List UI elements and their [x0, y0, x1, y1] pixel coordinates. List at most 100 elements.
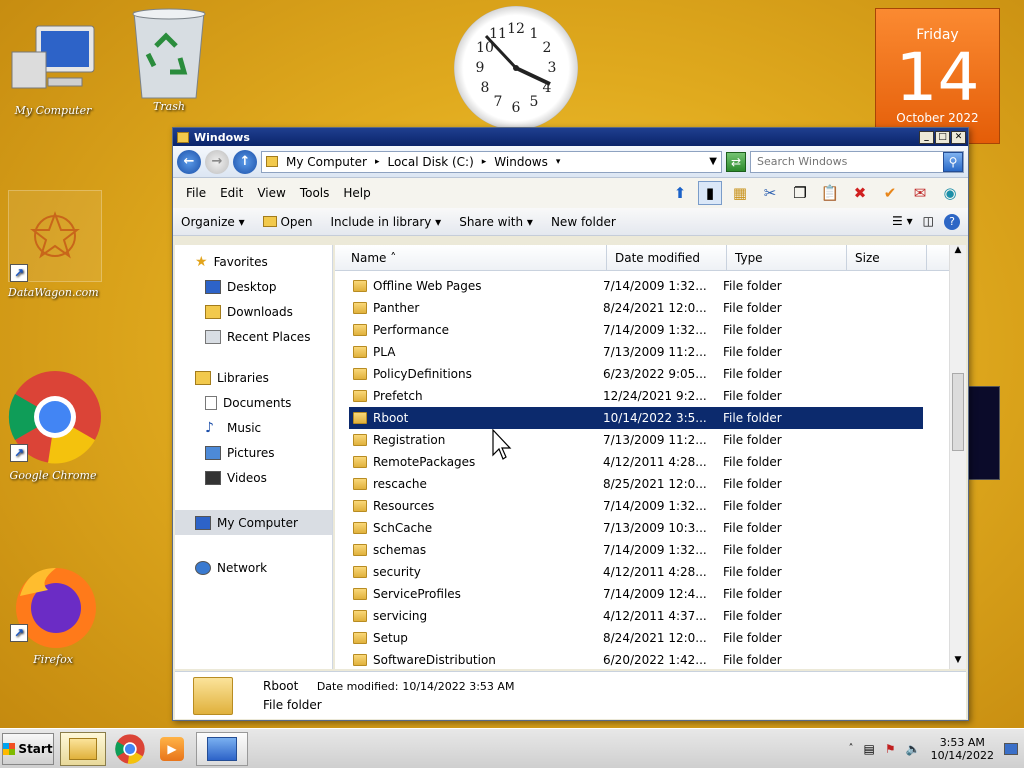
taskbar-clock[interactable]: 3:53 AM 10/14/2022	[931, 736, 994, 762]
file-name-cell: Registration	[335, 433, 593, 447]
show-hidden-icons[interactable]: ˄	[849, 743, 854, 754]
scroll-thumb[interactable]	[952, 373, 964, 451]
table-row[interactable]: RemotePackages 4/12/2011 4:28... File fold…	[335, 451, 966, 473]
search-button[interactable]: ⚲	[943, 151, 963, 172]
column-type[interactable]: Type	[727, 245, 847, 270]
taskbar-control-panel[interactable]	[196, 731, 248, 766]
vertical-scrollbar[interactable]: ▲ ▼	[949, 245, 966, 669]
search-input[interactable]	[757, 155, 943, 168]
table-row[interactable]: Resources 7/14/2009 1:32... File folder	[335, 495, 966, 517]
table-row[interactable]: PolicyDefinitions 6/23/2022 9:05... File f…	[335, 363, 966, 385]
menu-edit[interactable]: Edit	[213, 186, 250, 200]
menu-view[interactable]: View	[250, 186, 292, 200]
firefox-desktop-icon[interactable]: ↗ Firefox	[8, 560, 98, 666]
clock-widget[interactable]: 12 1 2 3 4 5 6 7 8 9 10 11	[454, 6, 578, 130]
table-row[interactable]: Setup 8/24/2021 12:0... File folder	[335, 627, 966, 649]
breadcrumb-windows[interactable]: Windows	[494, 155, 548, 169]
back-button[interactable]: ←	[177, 149, 201, 174]
cut-icon[interactable]: ✂	[758, 181, 782, 205]
google-chrome-desktop-icon[interactable]: ↗ Google Chrome	[8, 370, 101, 482]
datawagon-desktop-icon[interactable]: ↗ DataWagon.com	[8, 190, 102, 300]
column-size[interactable]: Size	[847, 245, 927, 270]
forward-button[interactable]: →	[205, 149, 229, 174]
window-titlebar[interactable]: Windows _ □ ✕	[173, 128, 968, 146]
minimize-button[interactable]: _	[919, 130, 934, 144]
network-tray-icon[interactable]: ▤	[864, 742, 875, 756]
nav-desktop[interactable]: Desktop	[175, 274, 332, 299]
trash-label: Trash	[153, 100, 185, 113]
share-with-button[interactable]: Share with ▾	[459, 215, 533, 229]
new-folder-button[interactable]: New folder	[551, 215, 616, 229]
table-row[interactable]: SoftwareDistribution 6/20/2022 1:42... Fil…	[335, 649, 966, 671]
taskbar-media-player[interactable]: ▶	[154, 732, 190, 766]
chevron-right-icon[interactable]: ▸	[482, 157, 487, 167]
properties-icon[interactable]: ✉	[908, 181, 932, 205]
menu-file[interactable]: File	[179, 186, 213, 200]
refresh-button[interactable]: ⇄	[726, 151, 746, 172]
calendar-widget[interactable]: Friday 14 October 2022	[875, 8, 1000, 144]
nav-my-computer[interactable]: My Computer	[175, 510, 332, 535]
globe-icon[interactable]: ◉	[938, 181, 962, 205]
close-button[interactable]: ✕	[951, 130, 966, 144]
column-date-modified[interactable]: Date modified	[607, 245, 727, 270]
up-button[interactable]: ↑	[233, 149, 257, 174]
breadcrumb-local-disk[interactable]: Local Disk (C:)	[387, 155, 473, 169]
nav-downloads[interactable]: Downloads	[175, 299, 332, 324]
table-row[interactable]: ServiceProfiles 7/14/2009 12:4... File fol…	[335, 583, 966, 605]
column-name[interactable]: Name ˄	[335, 245, 607, 270]
table-row[interactable]: PLA 7/13/2009 11:2... File folder	[335, 341, 966, 363]
nav-network[interactable]: Network	[175, 555, 332, 580]
copy-icon[interactable]: ❐	[788, 181, 812, 205]
menu-help[interactable]: Help	[336, 186, 377, 200]
nav-music[interactable]: ♪ Music	[175, 415, 332, 440]
view-options-icon[interactable]: ☰ ▾	[892, 214, 913, 230]
maximize-button[interactable]: □	[935, 130, 950, 144]
chevron-down-icon[interactable]: ▾	[556, 157, 561, 167]
nav-documents[interactable]: Documents	[175, 390, 332, 415]
scroll-up-arrow[interactable]: ▲	[950, 245, 966, 259]
nav-videos[interactable]: Videos	[175, 465, 332, 490]
panes-icon[interactable]: ▮	[698, 181, 722, 205]
action-center-icon[interactable]: ⚑	[885, 742, 896, 756]
volume-icon[interactable]: 🔈	[906, 742, 921, 756]
address-dropdown-icon[interactable]: ▼	[709, 156, 717, 167]
up-folder-icon[interactable]: ⬆	[668, 181, 692, 205]
folder-options-icon[interactable]: ▦	[728, 181, 752, 205]
table-row[interactable]: Prefetch 12/24/2021 9:2... File folder	[335, 385, 966, 407]
svg-text:2: 2	[543, 40, 552, 56]
nav-pictures[interactable]: Pictures	[175, 440, 332, 465]
table-row[interactable]: Registration 7/13/2009 11:2... File folder	[335, 429, 966, 451]
table-row[interactable]: schemas 7/14/2009 1:32... File folder	[335, 539, 966, 561]
open-button[interactable]: Open	[262, 215, 313, 229]
paste-icon[interactable]: 📋	[818, 181, 842, 205]
delete-icon[interactable]: ✖	[848, 181, 872, 205]
table-row[interactable]: SchCache 7/13/2009 10:3... File folder	[335, 517, 966, 539]
table-row[interactable]: Rboot 10/14/2022 3:5... File folder	[349, 407, 923, 429]
table-row[interactable]: rescache 8/25/2021 12:0... File folder	[335, 473, 966, 495]
scroll-down-arrow[interactable]: ▼	[950, 655, 966, 669]
nav-recent-places[interactable]: Recent Places	[175, 324, 332, 349]
nav-favorites[interactable]: ★ Favorites	[175, 249, 332, 274]
check-icon[interactable]: ✔	[878, 181, 902, 205]
organize-button[interactable]: Organize ▾	[181, 215, 245, 229]
taskbar-chrome[interactable]	[112, 732, 148, 766]
table-row[interactable]: security 4/12/2011 4:28... File folder	[335, 561, 966, 583]
table-row[interactable]: Offline Web Pages 7/14/2009 1:32... File f…	[335, 275, 966, 297]
start-button[interactable]: Start	[2, 732, 54, 765]
include-in-library-button[interactable]: Include in library ▾	[331, 215, 442, 229]
help-icon[interactable]: ?	[944, 213, 960, 230]
table-row[interactable]: Panther 8/24/2021 12:0... File folder	[335, 297, 966, 319]
my-computer-desktop-icon[interactable]: My Computer	[8, 22, 98, 117]
address-bar[interactable]: My Computer ▸ Local Disk (C:) ▸ Windows ▾ ▼	[261, 150, 722, 173]
show-desktop-icon[interactable]	[1004, 742, 1018, 755]
table-row[interactable]: servicing 4/12/2011 4:37... File folder	[335, 605, 966, 627]
preview-pane-icon[interactable]: ◫	[923, 214, 934, 230]
chevron-right-icon[interactable]: ▸	[375, 157, 380, 167]
trash-desktop-icon[interactable]: Trash	[124, 6, 214, 113]
menu-tools[interactable]: Tools	[293, 186, 337, 200]
nav-libraries[interactable]: Libraries	[175, 365, 332, 390]
breadcrumb-my-computer[interactable]: My Computer	[286, 155, 367, 169]
table-row[interactable]: Performance 7/14/2009 1:32... File folder	[335, 319, 966, 341]
taskbar-explorer[interactable]	[60, 731, 106, 766]
search-box[interactable]: ⚲	[750, 150, 964, 173]
